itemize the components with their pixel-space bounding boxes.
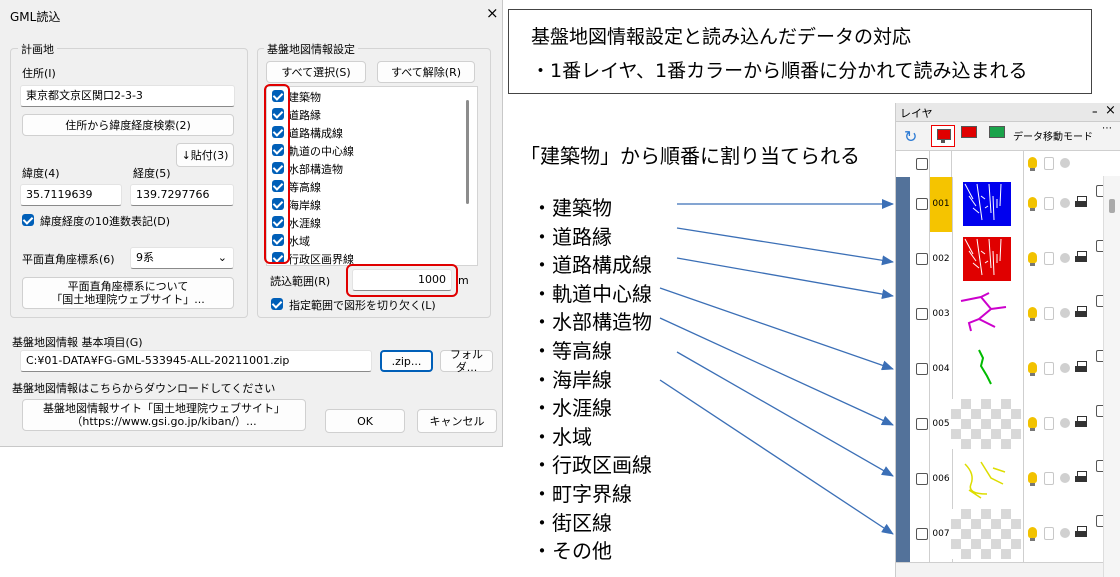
layer-row-checkbox[interactable] (916, 473, 928, 485)
layer-thumbnail (960, 292, 1007, 332)
display-red-icon[interactable] (931, 125, 955, 147)
display-red-alt-icon[interactable] (961, 126, 977, 138)
layer-row-checkbox[interactable] (916, 528, 928, 540)
layer-table-header (896, 150, 1120, 178)
layer-row-handle[interactable] (896, 342, 910, 397)
layer-number: 006 (929, 452, 953, 507)
pin-icon[interactable]: ｰ (1092, 104, 1098, 120)
mapping-arrow (676, 227, 894, 266)
visible-bulb-icon[interactable] (1028, 252, 1037, 266)
visible-bulb-icon[interactable] (1028, 417, 1037, 431)
visible-bulb-icon[interactable] (1028, 362, 1037, 376)
layer-row[interactable]: 004 (896, 342, 1120, 398)
layer-number: 003 (929, 287, 953, 342)
layer-row-handle[interactable] (896, 232, 910, 287)
visible-header-icon (1028, 157, 1037, 171)
layer-row-checkbox[interactable] (916, 308, 928, 320)
layer-row-checkbox[interactable] (916, 418, 928, 430)
layer-thumbnail-empty (951, 509, 1021, 559)
globe-icon[interactable] (1060, 308, 1070, 318)
refresh-icon[interactable]: ↻ (904, 127, 917, 146)
layer-row-checkbox[interactable] (916, 363, 928, 375)
layer-row-handle[interactable] (896, 452, 910, 507)
layer-panel-title: レイヤ (900, 107, 933, 120)
globe-header-icon (1060, 158, 1070, 168)
layer-row[interactable]: 005 (896, 397, 1120, 453)
layer-thumbnail (963, 237, 1011, 281)
visible-bulb-icon[interactable] (1028, 197, 1037, 211)
visible-bulb-icon[interactable] (1028, 527, 1037, 541)
lock-icon[interactable] (1044, 197, 1054, 210)
printer-icon[interactable] (1075, 416, 1087, 427)
mapping-arrow (676, 257, 894, 300)
layer-row[interactable]: 003 (896, 287, 1120, 343)
globe-icon[interactable] (1060, 363, 1070, 373)
layer-number: 002 (929, 232, 953, 287)
printer-icon[interactable] (1075, 361, 1087, 372)
lock-icon[interactable] (1044, 472, 1054, 485)
layer-row-handle[interactable] (896, 507, 910, 562)
layer-row[interactable]: 006 (896, 452, 1120, 508)
layer-thumbnail-empty (951, 399, 1021, 449)
lock-icon[interactable] (1044, 417, 1054, 430)
globe-icon[interactable] (1060, 253, 1070, 263)
layer-number: 004 (929, 342, 953, 397)
display-green-icon[interactable] (989, 126, 1005, 138)
header-checkbox[interactable] (916, 158, 928, 170)
printer-icon[interactable] (1075, 196, 1087, 207)
printer-icon[interactable] (1075, 471, 1087, 482)
printer-icon[interactable] (1075, 306, 1087, 317)
lock-icon[interactable] (1044, 362, 1054, 375)
lock-icon[interactable] (1044, 252, 1054, 265)
printer-icon[interactable] (1075, 526, 1087, 537)
printer-header-icon (1075, 157, 1087, 168)
layer-row-checkbox[interactable] (916, 198, 928, 210)
layer-number: 001 (929, 177, 953, 232)
mapping-arrow (676, 351, 894, 477)
lock-icon[interactable] (1044, 307, 1054, 320)
more-options-icon[interactable]: ⋯ (1102, 123, 1112, 134)
mapping-arrow (659, 379, 894, 535)
visible-bulb-icon[interactable] (1028, 307, 1037, 321)
data-move-mode-label[interactable]: データ移動モード (1013, 128, 1093, 143)
layer-row-checkbox[interactable] (916, 253, 928, 265)
panel-close-icon[interactable]: × (1105, 103, 1116, 118)
layer-thumbnail (964, 461, 1006, 499)
layer-thumbnail (978, 349, 992, 385)
globe-icon[interactable] (1060, 198, 1070, 208)
printer-icon[interactable] (1075, 251, 1087, 262)
lock-header-icon (1044, 157, 1054, 170)
layer-number: 007 (929, 507, 953, 562)
mapping-arrow (659, 287, 894, 371)
visible-bulb-icon[interactable] (1028, 472, 1037, 486)
lock-icon[interactable] (1044, 527, 1054, 540)
globe-icon[interactable] (1060, 528, 1070, 538)
globe-icon[interactable] (1060, 473, 1070, 483)
layer-number: 005 (929, 397, 953, 452)
layer-row-handle[interactable] (896, 397, 910, 452)
layer-row[interactable]: 002 (896, 232, 1120, 288)
layer-row[interactable]: 001 (896, 177, 1120, 233)
layer-row[interactable]: 007 (896, 507, 1120, 563)
layer-row-handle[interactable] (896, 177, 910, 232)
globe-icon[interactable] (1060, 418, 1070, 428)
layer-thumbnail (963, 182, 1011, 226)
layer-row-handle[interactable] (896, 287, 910, 342)
layer-scrollbar[interactable] (1103, 176, 1120, 577)
layer-panel: レイヤ ｰ × ↻ データ移動モード ⋯ 001 002 003 004 005 006 0… (895, 103, 1120, 577)
